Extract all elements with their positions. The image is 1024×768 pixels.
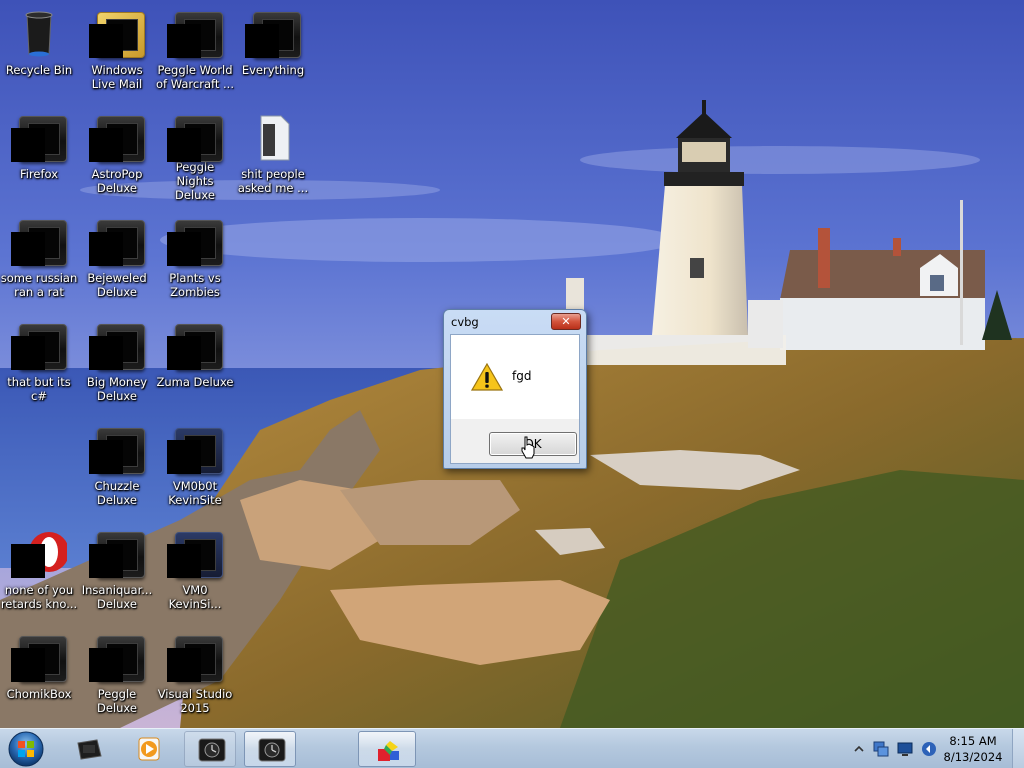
dialog-close-button[interactable]: ✕: [551, 313, 581, 330]
volume-icon[interactable]: [920, 740, 938, 758]
firefox-icon: [11, 114, 67, 164]
clock-time: 8:15 AM: [949, 734, 997, 748]
show-desktop-button[interactable]: [1012, 729, 1024, 768]
desktop-icon-label: Zuma Deluxe: [156, 375, 234, 389]
app-icon: [11, 218, 67, 268]
clock-app-icon: [258, 738, 286, 762]
media-player-icon: [138, 737, 160, 761]
desktop-icon[interactable]: some russian ran a rat: [0, 208, 78, 306]
desktop-icon-label: VM0b0t KevinSite: [168, 479, 222, 507]
astropop-deluxe-icon: [89, 114, 145, 164]
peggle-deluxe-icon: [89, 634, 145, 684]
desktop-icon[interactable]: Insaniquar... Deluxe: [78, 520, 156, 618]
chuzzle-deluxe-icon: [89, 426, 145, 476]
desktop-icon[interactable]: VM0b0t KevinSite: [156, 416, 234, 514]
desktop-icon-label: Bejeweled Deluxe: [87, 271, 147, 299]
taskbar-button-app-2[interactable]: [244, 731, 296, 767]
mouse-cursor-icon: [521, 436, 535, 459]
desktop-icon[interactable]: Bejeweled Deluxe: [78, 208, 156, 306]
dialog-message: fgd: [512, 369, 532, 383]
desktop-icon[interactable]: Peggle Nights Deluxe: [156, 104, 234, 202]
desktop-icon[interactable]: Peggle World of Warcraft ...: [156, 0, 234, 98]
desktop-icon-label: Peggle World of Warcraft ...: [156, 63, 234, 91]
dialog-title: cvbg: [451, 315, 479, 329]
close-icon: ✕: [561, 315, 571, 328]
network-icon[interactable]: [872, 740, 890, 758]
desktop-icon-label: Big Money Deluxe: [86, 375, 148, 403]
desktop-icon-label: that but its c#: [7, 375, 71, 403]
desktop-icon[interactable]: Peggle Deluxe: [78, 624, 156, 722]
opera-icon: [11, 530, 67, 580]
desktop-icon-label: ChomikBox: [6, 687, 72, 701]
desktop-icon[interactable]: AstroPop Deluxe: [78, 104, 156, 202]
clock-date: 8/13/2024: [943, 750, 1003, 764]
dialog-titlebar[interactable]: cvbg ✕: [444, 310, 586, 334]
desktop-icon[interactable]: Everything: [234, 0, 312, 98]
desktop-icon[interactable]: Zuma Deluxe: [156, 312, 234, 410]
desktop-icon-label: VM0 KevinSi...: [168, 583, 222, 611]
taskbar-button-app-1[interactable]: [184, 731, 236, 767]
windows-start-icon[interactable]: [6, 730, 46, 768]
desktop-icon-label: Windows Live Mail: [91, 63, 143, 91]
taskbar-button-media-player[interactable]: [122, 731, 174, 767]
clock-app-icon: [198, 738, 226, 762]
desktop-icon[interactable]: Big Money Deluxe: [78, 312, 156, 410]
desktop-icon[interactable]: Firefox: [0, 104, 78, 202]
file-icon: [245, 114, 301, 164]
app-icon: [11, 322, 67, 372]
desktop-icon-grid: Recycle Bin Windows Live Mail Peggle World…: [0, 0, 320, 728]
dialog-message-area: fgd: [451, 335, 579, 419]
desktop-icon-label: Firefox: [19, 167, 59, 181]
desktop-icon-label: Peggle Nights Deluxe: [175, 160, 215, 202]
everything-icon: [245, 10, 301, 60]
desktop-icon-label: Everything: [241, 63, 305, 77]
show-hidden-icons-icon[interactable]: [850, 740, 868, 758]
desktop-icon-label: shit people asked me ...: [237, 167, 309, 195]
desktop-icon[interactable]: Chuzzle Deluxe: [78, 416, 156, 514]
action-center-icon[interactable]: [896, 740, 914, 758]
dialog-button-strip: OK: [451, 419, 579, 463]
desktop-icon-label: Peggle Deluxe: [97, 687, 137, 715]
desktop-icon[interactable]: Visual Studio 2015: [156, 624, 234, 722]
desktop-icon[interactable]: Recycle Bin: [0, 0, 78, 98]
desktop-icon[interactable]: shit people asked me ...: [234, 104, 312, 202]
vm0b0t-icon: [167, 426, 223, 476]
desktop-icon-label: Insaniquar... Deluxe: [81, 583, 153, 611]
desktop-icon[interactable]: that but its c#: [0, 312, 78, 410]
zuma-deluxe-icon: [167, 322, 223, 372]
bejeweled-deluxe-icon: [89, 218, 145, 268]
desktop-icon[interactable]: VM0 KevinSi...: [156, 520, 234, 618]
taskbar-button-camera[interactable]: [62, 731, 114, 767]
plants-vs-zombies-icon: [167, 218, 223, 268]
big-money-deluxe-icon: [89, 322, 145, 372]
insaniquarium-deluxe-icon: [89, 530, 145, 580]
cube-app-icon: [378, 741, 399, 761]
camera-app-icon: [77, 739, 102, 760]
desktop-icon[interactable]: ChomikBox: [0, 624, 78, 722]
warning-icon: [471, 363, 503, 391]
desktop-icon-label: Visual Studio 2015: [157, 687, 233, 715]
recycle-bin-icon: [11, 10, 67, 60]
desktop-icon[interactable]: Windows Live Mail: [78, 0, 156, 98]
dialog-client-area: fgd OK: [450, 334, 580, 464]
taskbar-button-app-3[interactable]: [358, 731, 416, 767]
message-box-dialog: cvbg ✕ fgd OK: [443, 309, 587, 469]
desktop-icon-label: Plants vs Zombies: [169, 271, 221, 299]
desktop-icon[interactable]: Plants vs Zombies: [156, 208, 234, 306]
desktop-icon-label: Recycle Bin: [5, 63, 73, 77]
taskbar-clock[interactable]: 8:15 AM 8/13/2024: [940, 733, 1006, 765]
vm0-icon: [167, 530, 223, 580]
desktop-icon-label: Chuzzle Deluxe: [94, 479, 140, 507]
chomikbox-icon: [11, 634, 67, 684]
desktop-icon-label: none of you retards kno...: [0, 583, 78, 611]
taskbar: 8:15 AM 8/13/2024: [0, 728, 1024, 768]
windows-live-mail-icon: [89, 10, 145, 60]
peggle-world-of-warcraft-icon: [167, 10, 223, 60]
desktop-icon-label: AstroPop Deluxe: [91, 167, 143, 195]
desktop-icon[interactable]: none of you retards kno...: [0, 520, 78, 618]
desktop-icon-label: some russian ran a rat: [0, 271, 78, 299]
visual-studio-icon: [167, 634, 223, 684]
peggle-nights-deluxe-icon: [167, 114, 223, 162]
